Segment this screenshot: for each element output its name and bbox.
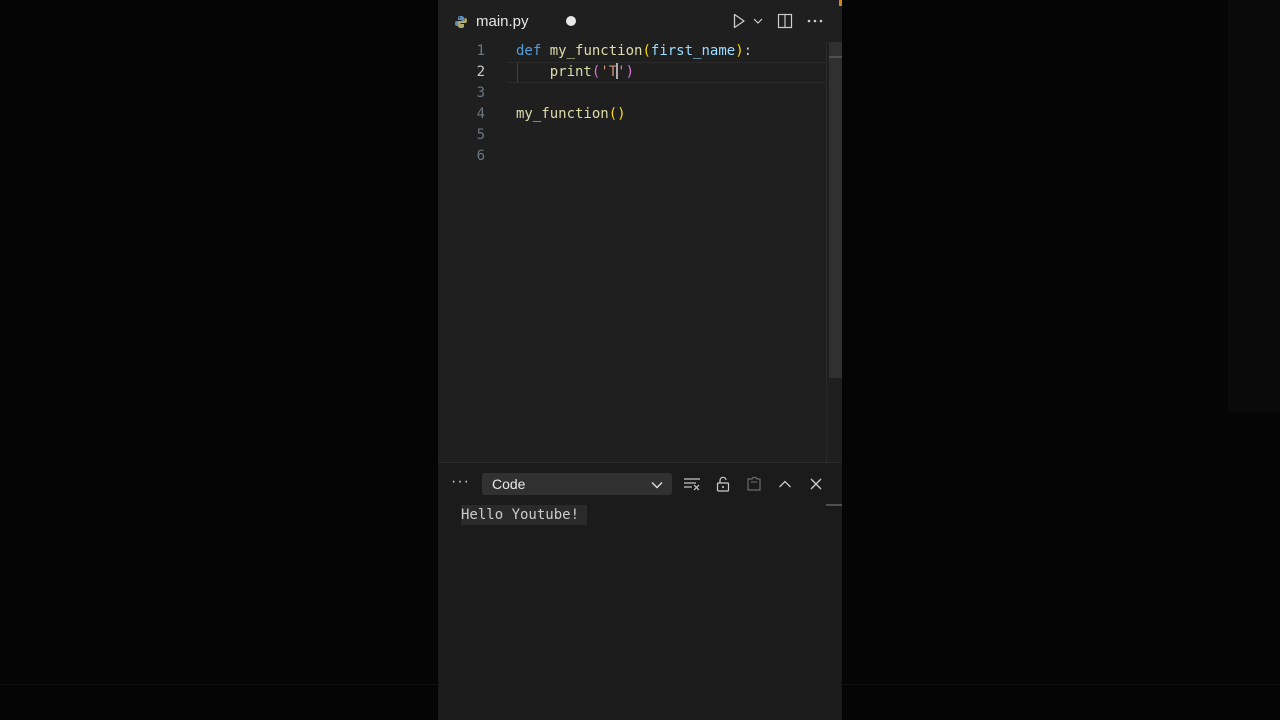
code-token: ( [642, 43, 651, 59]
tab-filename: main.py [476, 12, 529, 30]
line-number: 6 [476, 148, 485, 164]
line-number: 2 [476, 64, 485, 80]
code-line[interactable]: 3 [438, 83, 826, 104]
open-output-file-button[interactable] [743, 473, 765, 495]
code-line[interactable]: 6 [438, 146, 826, 167]
background-right [842, 0, 1280, 720]
split-editor-button[interactable] [774, 10, 796, 32]
unsaved-dot-icon[interactable] [566, 16, 576, 26]
split-editor-icon [777, 13, 793, 29]
output-line: Hello Youtube! [461, 505, 588, 525]
open-file-icon [747, 476, 761, 491]
code-token: print [549, 64, 592, 80]
code-token: ) [625, 64, 635, 80]
chevron-down-icon [753, 18, 763, 24]
line-number: 4 [476, 106, 485, 122]
code-token: 'T [600, 64, 618, 80]
editor-window: main.py 1 def my_function(first_name): 2… [438, 0, 842, 720]
run-button[interactable] [728, 10, 750, 32]
code-token: ' [617, 64, 626, 80]
line-code: print('T') [516, 62, 634, 83]
maximize-panel-icon [779, 480, 791, 488]
line-number: 5 [476, 127, 485, 143]
panel-scroll-marker [826, 504, 842, 506]
panel-more-button[interactable]: ··· [451, 473, 470, 491]
code-token: my_function [549, 43, 643, 59]
code-line[interactable]: 1 def my_function(first_name): [438, 41, 826, 62]
run-dropdown-button[interactable] [750, 10, 766, 32]
lock-scroll-button[interactable] [712, 473, 734, 495]
code-line[interactable]: 5 [438, 125, 826, 146]
close-panel-button[interactable] [805, 473, 827, 495]
editor-scrollbar[interactable] [826, 42, 842, 462]
panel-actions [681, 473, 827, 495]
line-code: my_function() [516, 104, 626, 125]
editor-scroll-thumb[interactable] [829, 42, 842, 378]
maximize-panel-button[interactable] [774, 473, 796, 495]
code-token: ) [735, 43, 744, 59]
line-code: def my_function(first_name): [516, 41, 752, 62]
code-token: my_function [516, 106, 609, 122]
code-token: first_name [650, 43, 736, 59]
more-actions-button[interactable] [804, 10, 826, 32]
background-left [0, 0, 438, 720]
tab-bar: main.py [438, 0, 842, 42]
clear-output-button[interactable] [681, 473, 703, 495]
clear-output-icon [684, 478, 700, 491]
editor-actions [728, 10, 826, 32]
window-accent-mark [839, 0, 842, 6]
chevron-down-icon [650, 477, 664, 496]
code-line[interactable]: 4 my_function() [438, 104, 826, 125]
tab-main-py[interactable]: main.py [448, 6, 584, 36]
lock-icon [716, 476, 730, 492]
background-right-block [1228, 0, 1280, 412]
play-icon [733, 13, 745, 29]
code-line[interactable]: 2 print('T') [438, 62, 826, 83]
cursor-overview-marker [829, 56, 842, 58]
output-panel: ··· Code Hello Youtube! [438, 462, 842, 720]
code-editor[interactable]: 1 def my_function(first_name): 2 print('T'… [438, 40, 826, 460]
code-token: () [608, 106, 626, 122]
line-number: 3 [476, 85, 485, 101]
screen: main.py 1 def my_function(first_name): 2… [0, 0, 1280, 720]
code-token: def [516, 43, 542, 59]
output-channel-select[interactable]: Code [482, 473, 672, 495]
ellipsis-icon [807, 19, 823, 23]
output-channel-label: Code [492, 476, 526, 492]
code-token: : [743, 43, 753, 59]
line-number: 1 [476, 43, 485, 59]
close-icon [810, 478, 822, 490]
python-icon [454, 14, 468, 28]
